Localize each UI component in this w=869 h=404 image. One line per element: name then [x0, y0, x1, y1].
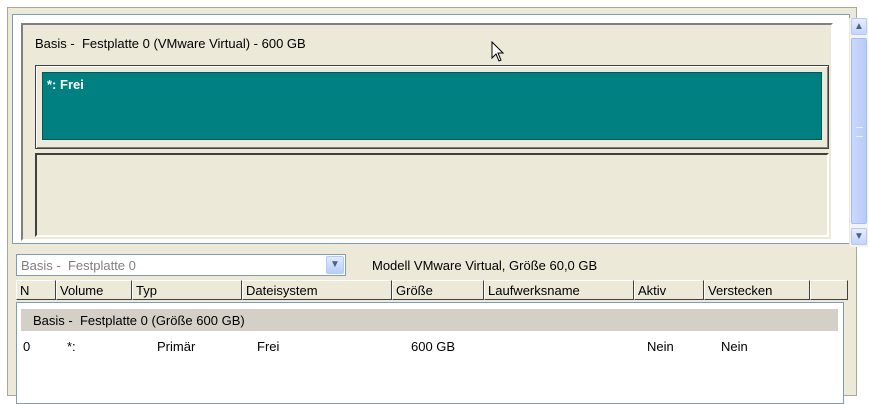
column-header-volume[interactable]: Volume: [56, 280, 132, 300]
disk-select-value: Basis - Festplatte 0: [21, 258, 136, 273]
grip-icon: [856, 127, 863, 137]
disk-title: Basis - Festplatte 0 (VMware Virtual) - …: [35, 36, 306, 51]
disk-group-label: Basis - Festplatte 0 (Größe 600 GB): [33, 313, 245, 328]
scroll-up-button[interactable]: ▲: [851, 18, 867, 35]
chevron-down-icon: ▼: [854, 231, 864, 242]
partition-list-panel: Basis - Festplatte 0 ▼ Modell VMware Vir…: [12, 250, 852, 404]
mouse-cursor-icon: [491, 41, 505, 62]
cell-volume: *:: [67, 339, 76, 354]
column-header-typ[interactable]: Typ: [132, 280, 242, 300]
cell-aktiv: Nein: [647, 339, 674, 354]
cell-verstecken: Nein: [721, 339, 748, 354]
cell-n: 0: [23, 339, 31, 354]
disk-map-panel: *: Frei Basis - Festplatte 0 (VMware Vir…: [12, 14, 850, 244]
disk-box[interactable]: *: Frei: [21, 23, 833, 241]
scrollbar-thumb[interactable]: [851, 38, 867, 224]
model-info: Modell VMware Virtual, Größe 60,0 GB: [372, 258, 598, 273]
disk-group-row[interactable]: Basis - Festplatte 0 (Größe 600 GB): [21, 309, 838, 331]
column-header-laufwerksname[interactable]: Laufwerksname: [484, 280, 634, 300]
cell-typ: Primär: [157, 339, 196, 354]
column-header-groesse[interactable]: Größe: [392, 280, 484, 300]
partition-table: Basis - Festplatte 0 (Größe 600 GB) 0 *:…: [16, 302, 844, 404]
column-header-empty: [810, 280, 848, 300]
column-header-aktiv[interactable]: Aktiv: [634, 280, 704, 300]
scroll-down-button[interactable]: ▼: [851, 228, 867, 245]
cell-groesse: 600 GB: [411, 339, 456, 354]
column-header-verstecken[interactable]: Verstecken: [704, 280, 810, 300]
partition-free[interactable]: *: Frei: [42, 72, 822, 140]
chevron-up-icon: ▲: [854, 21, 864, 32]
cell-dateisystem: Frei: [257, 339, 280, 354]
partition-label: *: Frei: [47, 77, 84, 92]
empty-disk-area: [35, 153, 829, 237]
column-header-n[interactable]: N: [16, 280, 56, 300]
disk-select[interactable]: Basis - Festplatte 0 ▼: [16, 254, 346, 276]
column-header-dateisystem[interactable]: Dateisystem: [242, 280, 392, 300]
partition-frame: *: Frei: [35, 65, 829, 149]
dropdown-button[interactable]: ▼: [326, 256, 344, 274]
vertical-scrollbar[interactable]: ▲ ▼: [849, 18, 868, 247]
partition-manager-window: *: Frei Basis - Festplatte 0 (VMware Vir…: [7, 7, 868, 404]
chevron-down-icon: ▼: [330, 259, 340, 270]
table-header: N Volume Typ Dateisystem Größe Laufwerks…: [16, 280, 848, 300]
table-row[interactable]: 0 *: Primär Frei 600 GB Nein Nein: [17, 339, 843, 359]
